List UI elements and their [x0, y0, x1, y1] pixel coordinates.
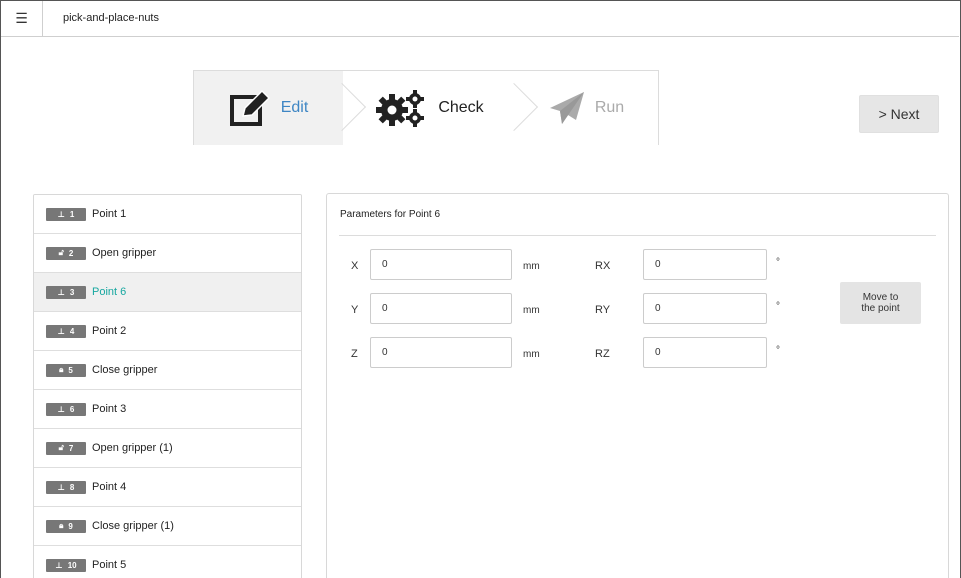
step-number: 1 [69, 209, 75, 219]
list-item-close-gripper[interactable]: 🔒︎ 5 Close gripper [34, 351, 301, 390]
step-badge: ⊥ 6 [46, 402, 86, 416]
ry-label: RY [595, 304, 611, 316]
edit-icon [229, 89, 270, 126]
pin-icon: ⊥ [57, 326, 65, 336]
move-button-line1: Move to [862, 292, 899, 303]
program-title: pick-and-place-nuts [63, 12, 159, 24]
z-label: Z [351, 348, 358, 360]
unlock-icon: 🔓︎ [58, 248, 64, 257]
step-badge: ⊥ 10 [46, 558, 86, 572]
step-number: 5 [68, 365, 73, 375]
list-item-point-1[interactable]: ⊥ 1 Point 1 [34, 195, 301, 234]
list-item-point-3[interactable]: ⊥ 6 Point 3 [34, 390, 301, 429]
step-number: 4 [69, 326, 75, 336]
mode-stepper: Edit Check Run [193, 70, 659, 145]
step-label: Open gripper [92, 247, 157, 259]
step-badge: 🔓︎ 2 [46, 246, 86, 260]
step-check[interactable]: Check [343, 70, 515, 145]
x-label: X [351, 260, 359, 272]
step-run-label: Run [594, 99, 625, 116]
step-label: Close gripper (1) [92, 520, 174, 532]
top-bar: ☰ pick-and-place-nuts [1, 1, 959, 37]
step-check-label: Check [438, 99, 484, 116]
step-number: 10 [67, 560, 77, 570]
step-badge: 🔒︎ 9 [46, 519, 86, 533]
list-item-open-gripper[interactable]: 🔓︎ 2 Open gripper [34, 234, 301, 273]
step-label: Point 4 [92, 481, 127, 493]
step-badge: 🔓︎ 7 [46, 441, 86, 455]
rx-input[interactable] [643, 249, 767, 280]
next-button[interactable]: > Next [859, 95, 939, 133]
pin-icon: ⊥ [57, 482, 65, 492]
x-input[interactable] [370, 249, 512, 280]
y-unit: mm [523, 305, 540, 316]
list-item-open-gripper-1[interactable]: 🔓︎ 7 Open gripper (1) [34, 429, 301, 468]
lock-icon: 🔒︎ [59, 521, 64, 530]
step-number: 2 [68, 248, 74, 258]
step-badge: ⊥ 8 [46, 480, 86, 494]
step-number: 8 [69, 482, 75, 492]
ry-unit: ° [776, 301, 780, 312]
paper-plane-icon [549, 92, 584, 124]
lock-icon: 🔒︎ [59, 365, 64, 374]
move-to-point-button[interactable]: Move to the point [840, 282, 921, 324]
hamburger-menu-icon[interactable]: ☰ [1, 1, 43, 36]
step-number: 7 [68, 443, 74, 453]
x-unit: mm [523, 261, 540, 272]
rx-unit: ° [776, 257, 780, 268]
pin-icon: ⊥ [57, 404, 65, 414]
gears-icon [376, 90, 425, 127]
y-label: Y [351, 304, 359, 316]
pin-icon: ⊥ [57, 209, 65, 219]
program-steps-list: ⊥ 1 Point 1 🔓︎ 2 Open gripper ⊥ 3 Point 6 ⊥… [33, 194, 302, 578]
divider [339, 235, 936, 236]
list-item-point-6[interactable]: ⊥ 3 Point 6 [34, 273, 301, 312]
unlock-icon: 🔓︎ [58, 443, 64, 452]
step-badge: ⊥ 4 [46, 324, 86, 338]
z-unit: mm [523, 349, 540, 360]
list-item-point-4[interactable]: ⊥ 8 Point 4 [34, 468, 301, 507]
move-button-line2: the point [861, 303, 900, 314]
step-label: Point 1 [92, 208, 127, 220]
list-item-point-2[interactable]: ⊥ 4 Point 2 [34, 312, 301, 351]
step-badge: 🔒︎ 5 [46, 363, 86, 377]
step-label: Point 6 [92, 286, 127, 298]
step-badge: ⊥ 1 [46, 207, 86, 221]
step-number: 9 [68, 521, 73, 531]
step-label: Point 2 [92, 325, 127, 337]
step-label: Close gripper [92, 364, 158, 376]
pin-icon: ⊥ [57, 287, 65, 297]
pin-icon: ⊥ [55, 560, 63, 570]
step-number: 6 [69, 404, 75, 414]
step-number: 3 [69, 287, 75, 297]
y-input[interactable] [370, 293, 512, 324]
rz-unit: ° [776, 345, 780, 356]
step-edit-label: Edit [280, 99, 309, 116]
z-input[interactable] [370, 337, 512, 368]
step-label: Open gripper (1) [92, 442, 173, 454]
parameters-panel: Parameters for Point 6 X mm RX ° Y mm RY… [326, 193, 949, 578]
step-badge: ⊥ 3 [46, 285, 86, 299]
step-label: Point 3 [92, 403, 127, 415]
ry-input[interactable] [643, 293, 767, 324]
rz-input[interactable] [643, 337, 767, 368]
list-item-point-5[interactable]: ⊥ 10 Point 5 [34, 546, 301, 578]
rx-label: RX [595, 260, 611, 272]
parameters-title: Parameters for Point 6 [340, 209, 441, 220]
rz-label: RZ [595, 348, 610, 360]
step-label: Point 5 [92, 559, 127, 571]
list-item-close-gripper-1[interactable]: 🔒︎ 9 Close gripper (1) [34, 507, 301, 546]
